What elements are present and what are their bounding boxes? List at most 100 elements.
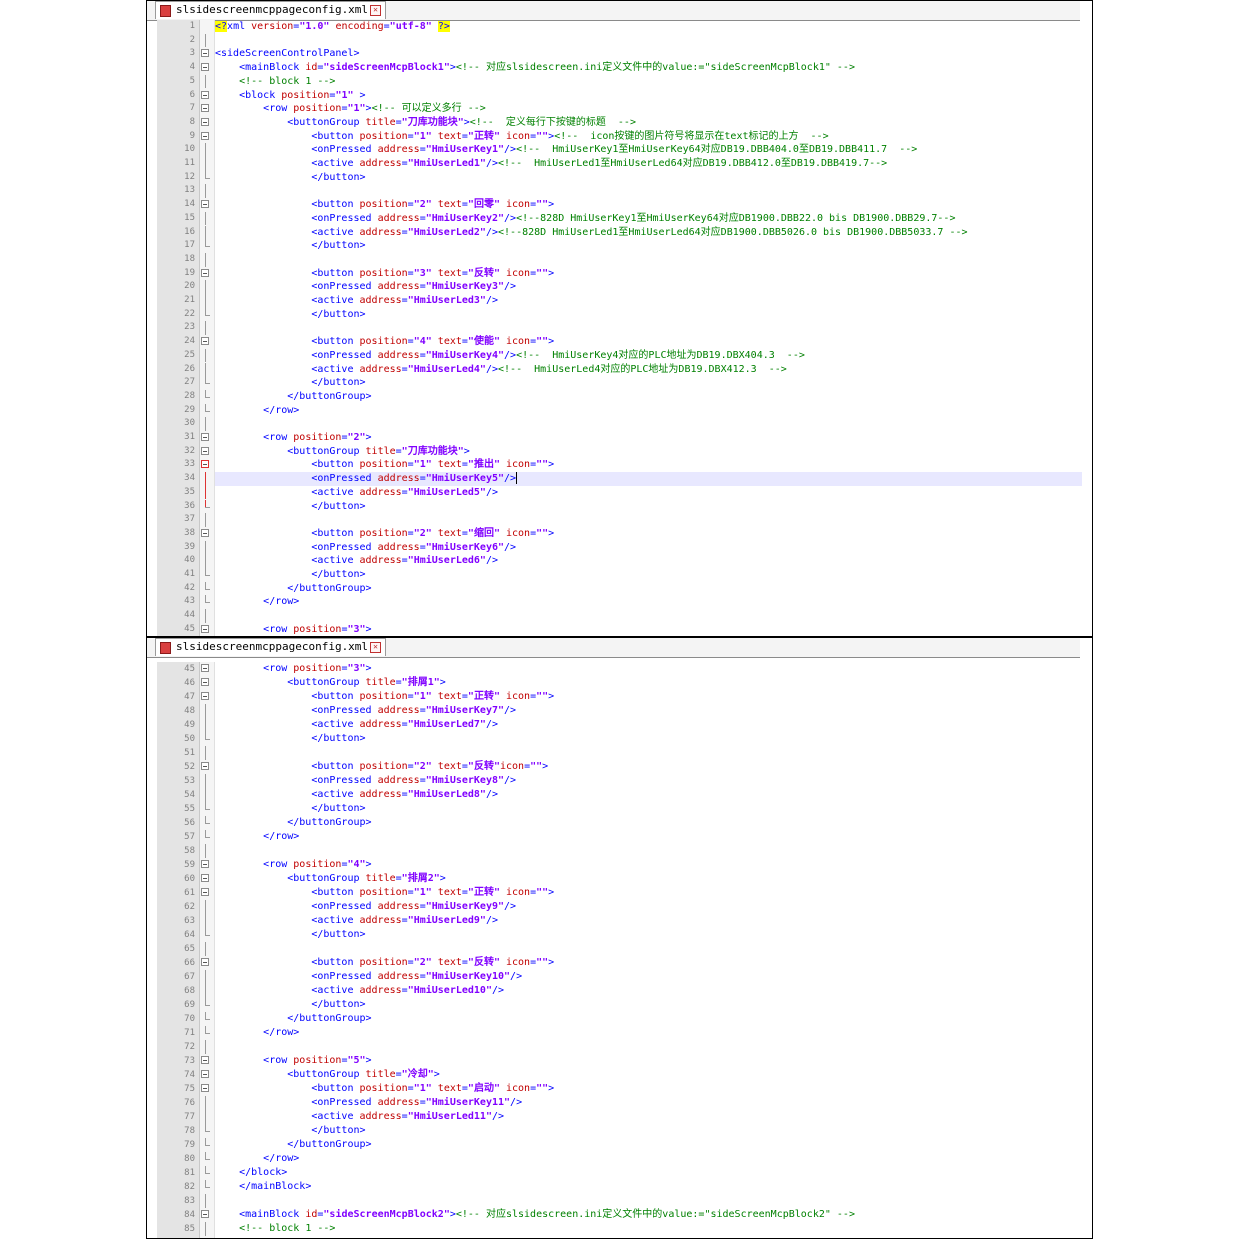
code-line[interactable]: 66 <button position="2" text="反转" icon="… (184, 956, 1082, 970)
code-line[interactable]: 20 <onPressed address="HmiUserKey3"/> (184, 280, 1082, 294)
fold-toggle-icon[interactable] (201, 446, 209, 455)
code-area[interactable]: 45 <row position="3"> 46 <buttonGroup tit… (184, 662, 1082, 1238)
code-line[interactable]: 17 </button> (184, 239, 1082, 253)
fold-toggle-icon[interactable] (201, 90, 209, 99)
code-line[interactable]: 27 </button> (184, 376, 1082, 390)
code-line[interactable]: 55 </button> (184, 802, 1082, 816)
code-line[interactable]: 68 <active address="HmiUserLed10"/> (184, 984, 1082, 998)
code-line[interactable]: 61 <button position="1" text="正转" icon="… (184, 886, 1082, 900)
fold-toggle-icon[interactable] (201, 888, 209, 896)
code-line[interactable]: 36 </button> (184, 499, 1082, 514)
code-line[interactable]: 26 <active address="HmiUserLed4"/><!-- H… (184, 362, 1082, 377)
code-line[interactable]: 25 <onPressed address="HmiUserKey4"/><!-… (184, 348, 1082, 363)
code-line[interactable]: 11 <active address="HmiUserLed1"/><!-- H… (184, 157, 1082, 171)
code-line[interactable]: 45 <row position="3"> (184, 623, 1082, 636)
fold-toggle-icon[interactable] (201, 460, 209, 469)
code-line[interactable]: 29 </row> (184, 403, 1082, 418)
code-editor[interactable]: 45 <row position="3"> 46 <buttonGroup tit… (157, 662, 1082, 1238)
code-line[interactable]: 32 <buttonGroup title="刀库功能块"> (184, 445, 1082, 459)
code-line[interactable]: 8 <buttonGroup title="刀库功能块"><!-- 定义每行下按… (190, 116, 1082, 130)
code-line[interactable]: 22 </button> (184, 307, 1082, 322)
fold-toggle-icon[interactable] (201, 1070, 209, 1078)
code-line[interactable]: 52 <button position="2" text="反转"icon=""… (184, 760, 1082, 774)
code-line[interactable]: 74 <buttonGroup title="冷却"> (184, 1068, 1082, 1082)
code-line[interactable]: 67 <onPressed address="HmiUserKey10"/> (184, 970, 1082, 984)
code-line[interactable]: 4 <mainBlock id="sideScreenMcpBlock1"><!… (190, 61, 1082, 75)
code-editor[interactable]: 1 <?xml version="1.0" encoding="utf-8" ?>… (157, 20, 1082, 636)
fold-toggle-icon[interactable] (201, 49, 209, 58)
code-line[interactable]: 48 <onPressed address="HmiUserKey7"/> (184, 704, 1082, 718)
close-icon[interactable]: ✕ (370, 4, 382, 16)
code-line[interactable]: 49 <active address="HmiUserLed7"/> (184, 718, 1082, 732)
fold-toggle-icon[interactable] (201, 678, 209, 686)
code-line[interactable]: 59 <row position="4"> (184, 858, 1082, 872)
code-line[interactable]: 16 <active address="HmiUserLed2"/><!--82… (184, 225, 1082, 240)
code-line[interactable]: 41 </button> (184, 568, 1082, 582)
fold-toggle-icon[interactable] (201, 860, 209, 868)
code-line[interactable]: 80 </row> (184, 1152, 1082, 1166)
code-line[interactable]: 34 <onPressed address="HmiUserKey5"/> (184, 472, 1082, 486)
code-line[interactable]: 39 <onPressed address="HmiUserKey6"/> (184, 540, 1082, 555)
code-line[interactable]: 31 <row position="2"> (184, 431, 1082, 445)
code-line[interactable]: 38 <button position="2" text="缩回" icon="… (184, 527, 1082, 541)
code-line[interactable]: 75 <button position="1" text="启动" icon="… (184, 1082, 1082, 1096)
code-line[interactable]: 73 <row position="5"> (184, 1054, 1082, 1068)
fold-toggle-icon[interactable] (201, 131, 209, 140)
code-line[interactable]: 35 <active address="HmiUserLed5"/> (184, 485, 1082, 500)
code-line[interactable]: 1 <?xml version="1.0" encoding="utf-8" ?> (190, 20, 1082, 34)
fold-toggle-icon[interactable] (201, 1084, 209, 1092)
code-line[interactable]: 78 </button> (184, 1124, 1082, 1138)
fold-toggle-icon[interactable] (201, 664, 209, 672)
fold-toggle-icon[interactable] (201, 958, 209, 966)
fold-toggle-icon[interactable] (201, 624, 209, 633)
code-line[interactable]: 82 </mainBlock> (184, 1180, 1082, 1194)
close-icon[interactable]: ✕ (370, 641, 382, 653)
code-line[interactable]: 5 <!-- block 1 --> (190, 74, 1082, 89)
code-line[interactable]: 72 (184, 1040, 1082, 1054)
code-line[interactable]: 37 (184, 513, 1082, 527)
fold-toggle-icon[interactable] (201, 433, 209, 441)
code-line[interactable]: 12 </button> (184, 170, 1082, 185)
fold-toggle-icon[interactable] (201, 268, 209, 277)
fold-toggle-icon[interactable] (201, 337, 209, 346)
code-line[interactable]: 84 <mainBlock id="sideScreenMcpBlock2"><… (184, 1208, 1082, 1222)
code-line[interactable]: 58 (184, 844, 1082, 858)
code-line[interactable]: 44 (184, 609, 1082, 623)
fold-toggle-icon[interactable] (201, 117, 209, 126)
code-line[interactable]: 43 </row> (184, 595, 1082, 609)
code-line[interactable]: 46 <buttonGroup title="排屑1"> (184, 676, 1082, 690)
fold-toggle-icon[interactable] (201, 692, 209, 700)
code-line[interactable]: 30 (184, 417, 1082, 431)
code-line[interactable]: 21 <active address="HmiUserLed3"/> (184, 294, 1082, 308)
code-line[interactable]: 83 (184, 1194, 1082, 1208)
code-line[interactable]: 51 (184, 746, 1082, 760)
code-line[interactable]: 3 <sideScreenControlPanel> (190, 47, 1082, 61)
fold-toggle-icon[interactable] (201, 762, 209, 770)
code-line[interactable]: 53 <onPressed address="HmiUserKey8"/> (184, 774, 1082, 788)
code-line[interactable]: 23 (184, 321, 1082, 336)
tab-file[interactable]: slsidescreenmcppageconfig.xml ✕ (155, 638, 387, 656)
code-line[interactable]: 18 (184, 252, 1082, 267)
code-line[interactable]: 63 <active address="HmiUserLed9"/> (184, 914, 1082, 928)
code-line[interactable]: 28 </buttonGroup> (184, 389, 1082, 404)
code-line[interactable]: 64 </button> (184, 928, 1082, 942)
fold-toggle-icon[interactable] (201, 1210, 209, 1218)
code-line[interactable]: 60 <buttonGroup title="排屑2"> (184, 872, 1082, 886)
code-line[interactable]: 85 <!-- block 1 --> (184, 1222, 1082, 1236)
code-line[interactable]: 2 (190, 33, 1082, 48)
code-line[interactable]: 77 <active address="HmiUserLed11"/> (184, 1110, 1082, 1124)
fold-toggle-icon[interactable] (201, 1056, 209, 1064)
code-line[interactable]: 70 </buttonGroup> (184, 1012, 1082, 1026)
code-line[interactable]: 9 <button position="1" text="正转" icon=""… (190, 130, 1082, 144)
code-line[interactable]: 42 </buttonGroup> (184, 581, 1082, 596)
fold-toggle-icon[interactable] (201, 528, 209, 537)
code-line[interactable]: 19 <button position="3" text="反转" icon="… (184, 267, 1082, 281)
code-line[interactable]: 62 <onPressed address="HmiUserKey9"/> (184, 900, 1082, 914)
code-line[interactable]: 13 (184, 184, 1082, 199)
fold-toggle-icon[interactable] (201, 104, 209, 113)
code-line[interactable]: 76 <onPressed address="HmiUserKey11"/> (184, 1096, 1082, 1110)
code-line[interactable]: 65 (184, 942, 1082, 956)
code-line[interactable]: 50 </button> (184, 732, 1082, 746)
code-area[interactable]: 1 <?xml version="1.0" encoding="utf-8" ?>… (184, 20, 1082, 636)
fold-toggle-icon[interactable] (201, 200, 209, 209)
